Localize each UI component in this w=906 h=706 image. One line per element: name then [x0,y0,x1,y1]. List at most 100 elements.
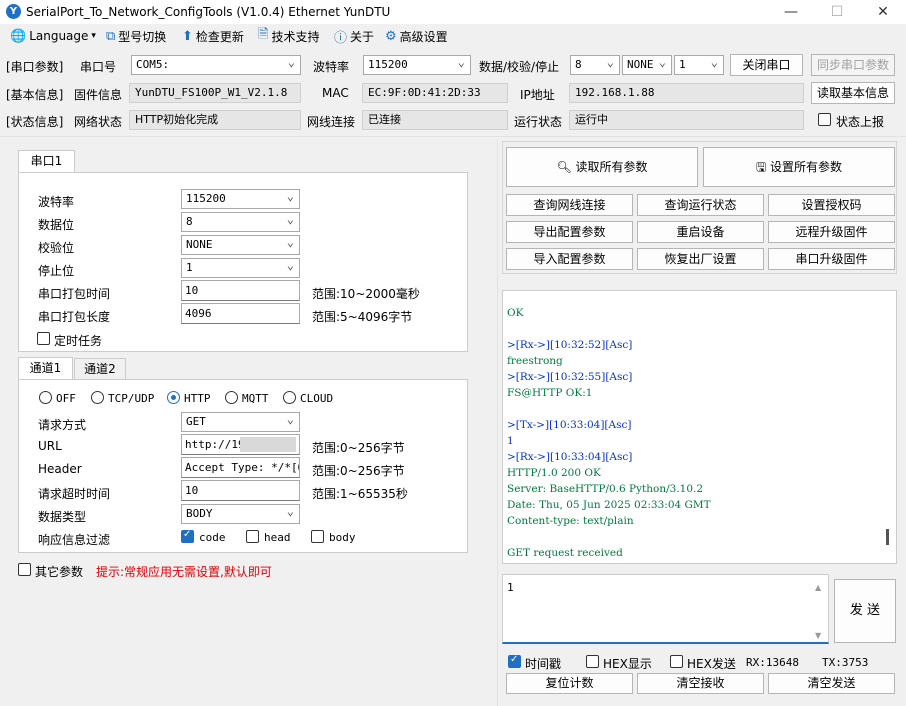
remote-upgrade-button[interactable]: 远程升级固件 [768,221,895,243]
baud-select[interactable]: 115200 [363,55,471,75]
switch-icon: ⧉ [106,28,116,44]
globe-icon: 🌐 [10,28,27,44]
filter-head-checkbox[interactable] [246,530,259,543]
pack-length-label: 串口打包长度 [38,310,111,324]
log-line: GET request received [507,547,623,559]
parity-select[interactable]: NONE [622,55,672,75]
timestamp-checkbox[interactable] [508,654,521,668]
pack-length-input[interactable]: 4096 [181,303,300,324]
mode-mqtt-label: MQTT [242,392,269,405]
read-search-icon: 🔍︎ [556,160,572,174]
run-status-label: 运行状态 [514,115,563,129]
clear-send-button[interactable]: 清空发送 [768,673,895,694]
receive-log[interactable]: OK >[Rx->][10:32:52][Asc] freestrong >[Rx->… [502,290,897,564]
factory-reset-button[interactable]: 恢复出厂设置 [637,248,764,270]
read-all-params-button[interactable]: 🔍︎ 读取所有参数 [506,147,698,187]
log-scrollbar[interactable] [880,291,896,563]
mode-off-label: OFF [56,392,76,405]
filter-body-checkbox[interactable] [311,530,324,543]
mode-tcpudp-radio[interactable] [91,391,104,404]
pack-length-range: 范围:5~4096字节 [312,310,413,324]
close-button[interactable]: ✕ [860,0,906,24]
language-menu[interactable]: 🌐 Language ▾ [10,27,96,45]
filter-code-checkbox[interactable] [181,529,194,543]
timeout-range: 范围:1~65535秒 [312,487,408,501]
scroll-down-icon[interactable]: ▼ [815,631,821,640]
reset-count-button[interactable]: 复位计数 [506,673,633,694]
mode-cloud-radio[interactable] [283,391,296,404]
filter-head-label: head [264,531,291,544]
timer-task-checkbox[interactable] [37,332,50,345]
url-redaction [240,437,296,452]
read-basic-info-button[interactable]: 读取基本信息 [811,82,895,104]
hex-show-checkbox[interactable] [586,655,599,668]
maximize-button[interactable]: ☐ [814,0,860,24]
mac-field: EC:9F:0D:41:2D:33 [362,83,508,103]
window-title: SerialPort_To_Network_ConfigTools (V1.0.… [26,5,391,19]
stop-bits-select[interactable]: 1 [674,55,724,75]
mode-http-radio[interactable] [167,391,180,404]
timeout-input[interactable]: 10 [181,480,300,501]
hex-send-checkbox[interactable] [670,655,683,668]
hex-send-label: HEX发送 [687,657,736,671]
mode-off-radio[interactable] [39,391,52,404]
data-type-select[interactable]: BODY [181,504,300,524]
serial-upgrade-button[interactable]: 串口升级固件 [768,248,895,270]
left-stop-bits-select[interactable]: 1 [181,258,300,278]
pack-time-label: 串口打包时间 [38,287,111,301]
ip-label: IP地址 [520,88,555,102]
advanced-settings-menu[interactable]: ⚙ 高级设置 [385,27,448,45]
tech-support-menu[interactable]: 🗎 技术支持 [258,27,319,45]
log-line: HTTP/1.0 200 OK [507,467,601,479]
dps-label: 数据/校验/停止 [479,60,560,74]
log-line: FS@HTTP OK:1 [507,387,593,399]
tab-channel-2[interactable]: 通道2 [74,358,126,380]
send-input[interactable]: 1 ▲ ▼ [502,574,829,644]
tab-channel-1[interactable]: 通道1 [18,357,73,380]
other-params-checkbox[interactable] [18,563,31,576]
model-switch-menu[interactable]: ⧉ 型号切换 [106,27,166,45]
clear-receive-button[interactable]: 清空接收 [637,673,764,694]
check-update-menu[interactable]: ⬆ 检查更新 [182,27,244,45]
about-menu[interactable]: ⓘ 关于 [334,27,374,46]
save-icon: 🖫 [755,160,767,174]
log-scrollbar-thumb[interactable] [886,529,889,545]
method-select[interactable]: GET [181,412,300,432]
run-status-field: 运行中 [569,110,804,130]
header-label: Header [38,462,82,476]
set-all-params-button[interactable]: 🖫 设置所有参数 [703,147,895,187]
divider-vertical [497,140,498,706]
log-line: Date: Thu, 05 Jun 2025 02:33:04 GMT [507,499,711,511]
mode-mqtt-radio[interactable] [225,391,238,404]
hex-show-label: HEX显示 [603,657,652,671]
status-report-checkbox[interactable] [818,113,831,126]
network-status-label: 网络状态 [74,115,123,129]
query-cable-button[interactable]: 查询网线连接 [506,194,633,216]
left-data-bits-select[interactable]: 8 [181,212,300,232]
log-line: freestrong [507,355,563,367]
mode-tcpudp-label: TCP/UDP [108,392,155,405]
minimize-button[interactable]: — [768,0,814,24]
set-auth-code-button[interactable]: 设置授权码 [768,194,895,216]
left-parity-select[interactable]: NONE [181,235,300,255]
left-baud-select[interactable]: 115200 [181,189,300,209]
pack-time-input[interactable]: 10 [181,280,300,301]
filter-code-label: code [199,531,226,544]
port-select[interactable]: COM5: [131,55,301,75]
sync-params-button[interactable]: 同步串口参数 [811,54,895,76]
header-input[interactable]: Accept Type: */*[OD [181,457,300,478]
language-label: Language [29,29,89,43]
status-section-label: [状态信息] [6,115,64,129]
ip-field: 192.168.1.88 [569,83,804,103]
hint-text: 提示:常规应用无需设置,默认即可 [96,565,272,579]
query-run-status-button[interactable]: 查询运行状态 [637,194,764,216]
export-config-button[interactable]: 导出配置参数 [506,221,633,243]
tab-serial-1[interactable]: 串口1 [18,150,75,173]
scroll-up-icon[interactable]: ▲ [815,583,821,592]
close-port-button[interactable]: 关闭串口 [730,54,803,76]
data-bits-select[interactable]: 8 [570,55,620,75]
menu-bar: 🌐 Language ▾ ⧉ 型号切换 ⬆ 检查更新 🗎 技术支持 ⓘ 关于 ⚙ 高级设置 [0,24,906,48]
send-button[interactable]: 发 送 [834,579,896,643]
restart-device-button[interactable]: 重启设备 [637,221,764,243]
import-config-button[interactable]: 导入配置参数 [506,248,633,270]
